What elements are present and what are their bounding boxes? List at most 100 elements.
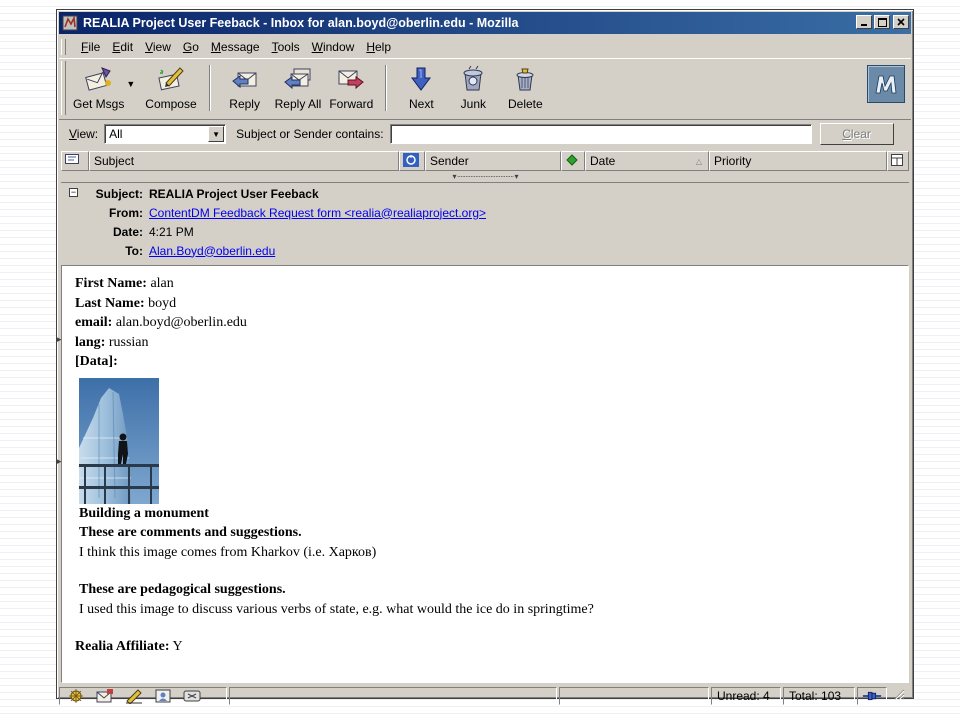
forward-label: Forward bbox=[329, 97, 374, 111]
close-button[interactable] bbox=[893, 15, 909, 29]
next-button[interactable]: Next bbox=[395, 64, 447, 111]
mail-toolbar: Get Msgs ▼ Compose Reply Reply All Forwa… bbox=[59, 58, 911, 120]
delete-label: Delete bbox=[508, 97, 543, 111]
reply-icon bbox=[229, 64, 261, 94]
thread-icon bbox=[65, 153, 79, 169]
comments-heading: These are comments and suggestions. bbox=[79, 525, 302, 540]
status-bar: Unread: 4 Total: 103 bbox=[59, 685, 911, 706]
subject-label: Subject: bbox=[95, 186, 143, 201]
mozilla-m-logo-icon[interactable] bbox=[867, 65, 905, 103]
column-priority[interactable]: Priority bbox=[709, 151, 887, 171]
clear-button[interactable]: Clear bbox=[819, 123, 894, 145]
get-msgs-dropdown-icon[interactable]: ▼ bbox=[126, 79, 135, 89]
chat-icon[interactable] bbox=[182, 688, 202, 704]
menu-message[interactable]: Message bbox=[205, 40, 266, 54]
first-name-line: First Name: alan bbox=[75, 276, 174, 291]
search-input[interactable] bbox=[389, 124, 812, 144]
data-line: [Data]: bbox=[75, 354, 118, 369]
menu-go[interactable]: Go bbox=[177, 40, 205, 54]
column-picker-icon bbox=[891, 153, 903, 169]
thread-column-picker[interactable] bbox=[61, 151, 89, 171]
component-bar bbox=[59, 686, 227, 705]
status-text-cell bbox=[229, 686, 557, 705]
address-book-icon[interactable] bbox=[153, 688, 173, 704]
column-priority-label: Priority bbox=[714, 154, 752, 168]
menu-edit[interactable]: Edit bbox=[106, 40, 139, 54]
column-sender-label: Sender bbox=[430, 154, 469, 168]
view-select[interactable]: All ▼ bbox=[104, 124, 227, 144]
column-date-label: Date bbox=[590, 154, 616, 168]
sidebar-expand-icon[interactable]: ▸ bbox=[57, 456, 62, 467]
date-label: Date: bbox=[112, 224, 143, 239]
menubar-grip[interactable] bbox=[61, 39, 66, 55]
from-label: From: bbox=[109, 205, 143, 220]
message-body[interactable]: First Name: alan Last Name: boyd email: … bbox=[61, 265, 909, 683]
column-date[interactable]: Date △ bbox=[585, 151, 709, 171]
reply-button[interactable]: Reply bbox=[219, 64, 271, 111]
menu-view[interactable]: View bbox=[139, 40, 177, 54]
junk-button[interactable]: Junk bbox=[447, 64, 499, 111]
reply-all-label: Reply All bbox=[274, 97, 322, 111]
mail-icon[interactable] bbox=[95, 688, 115, 704]
view-select-value: All bbox=[109, 127, 123, 141]
lang-line: lang: russian bbox=[75, 334, 149, 350]
online-status-icon[interactable] bbox=[857, 686, 887, 705]
pedagogical-heading: These are pedagogical suggestions. bbox=[79, 582, 286, 597]
menu-bar: File Edit View Go Message Tools Window H… bbox=[59, 37, 911, 57]
delete-button[interactable]: Delete bbox=[499, 64, 551, 111]
progress-cell bbox=[559, 686, 709, 705]
trash-icon bbox=[509, 64, 541, 94]
compose-icon bbox=[155, 64, 187, 94]
minimize-button[interactable] bbox=[856, 15, 872, 29]
to-link[interactable]: Alan.Boyd@oberlin.edu bbox=[149, 244, 275, 258]
comments-text: I think this image comes from Kharkov (i… bbox=[79, 544, 377, 560]
unread-count: Unread: 4 bbox=[711, 686, 781, 705]
column-thread-toggle[interactable] bbox=[399, 151, 425, 171]
thread-pane-header: Subject Sender Date △ Priority bbox=[61, 151, 909, 171]
sidebar-expand-icon[interactable]: ▸ bbox=[57, 334, 62, 345]
pane-splitter[interactable]: ▾ ·································· ▾ bbox=[61, 171, 909, 181]
header-to-row: To: Alan.Boyd@oberlin.edu bbox=[61, 241, 275, 260]
toolbar-separator bbox=[385, 65, 388, 111]
junk-label: Junk bbox=[460, 97, 487, 111]
mozilla-app-icon bbox=[62, 15, 78, 31]
splitter-grip-icon: ▾ ·································· ▾ bbox=[452, 171, 518, 181]
from-link[interactable]: ContentDM Feedback Request form <realia@… bbox=[149, 206, 486, 220]
menu-tools[interactable]: Tools bbox=[266, 40, 306, 54]
affiliate-line: Realia Affiliate: Y bbox=[75, 639, 183, 654]
composer-icon[interactable] bbox=[124, 688, 144, 704]
get-msgs-icon bbox=[83, 64, 115, 94]
column-subject-label: Subject bbox=[94, 154, 135, 168]
maximize-button[interactable] bbox=[874, 15, 890, 29]
get-msgs-button[interactable]: Get Msgs bbox=[69, 64, 128, 111]
header-subject-row: Subject: REALIA Project User Feeback bbox=[61, 184, 319, 203]
resize-grip-icon[interactable] bbox=[893, 688, 905, 703]
subject-value: REALIA Project User Feeback bbox=[149, 186, 319, 201]
menu-file[interactable]: File bbox=[75, 40, 106, 54]
compose-button[interactable]: Compose bbox=[141, 64, 200, 111]
date-value: 4:21 PM bbox=[149, 224, 194, 239]
forward-button[interactable]: Forward bbox=[325, 64, 377, 111]
navigator-icon[interactable] bbox=[66, 688, 86, 704]
reply-all-button[interactable]: Reply All bbox=[271, 64, 326, 111]
column-picker-button[interactable] bbox=[887, 151, 909, 171]
junk-icon bbox=[457, 64, 489, 94]
reply-all-icon bbox=[282, 64, 314, 94]
reply-label: Reply bbox=[229, 97, 260, 111]
column-read-status[interactable] bbox=[561, 151, 585, 171]
thread-toggle-icon bbox=[403, 152, 419, 170]
read-status-icon bbox=[566, 153, 578, 169]
menu-window[interactable]: Window bbox=[306, 40, 361, 54]
column-sender[interactable]: Sender bbox=[425, 151, 561, 171]
total-count: Total: 103 bbox=[783, 686, 855, 705]
title-bar[interactable]: REALIA Project User Feeback - Inbox for … bbox=[59, 12, 911, 34]
toolbar-grip[interactable] bbox=[61, 61, 66, 115]
menu-help[interactable]: Help bbox=[360, 40, 397, 54]
view-filter-bar: View: All ▼ Subject or Sender contains: … bbox=[59, 120, 911, 148]
window-title: REALIA Project User Feeback - Inbox for … bbox=[83, 16, 519, 30]
chevron-down-icon[interactable]: ▼ bbox=[208, 126, 225, 142]
next-arrow-icon bbox=[405, 64, 437, 94]
column-subject[interactable]: Subject bbox=[89, 151, 399, 171]
